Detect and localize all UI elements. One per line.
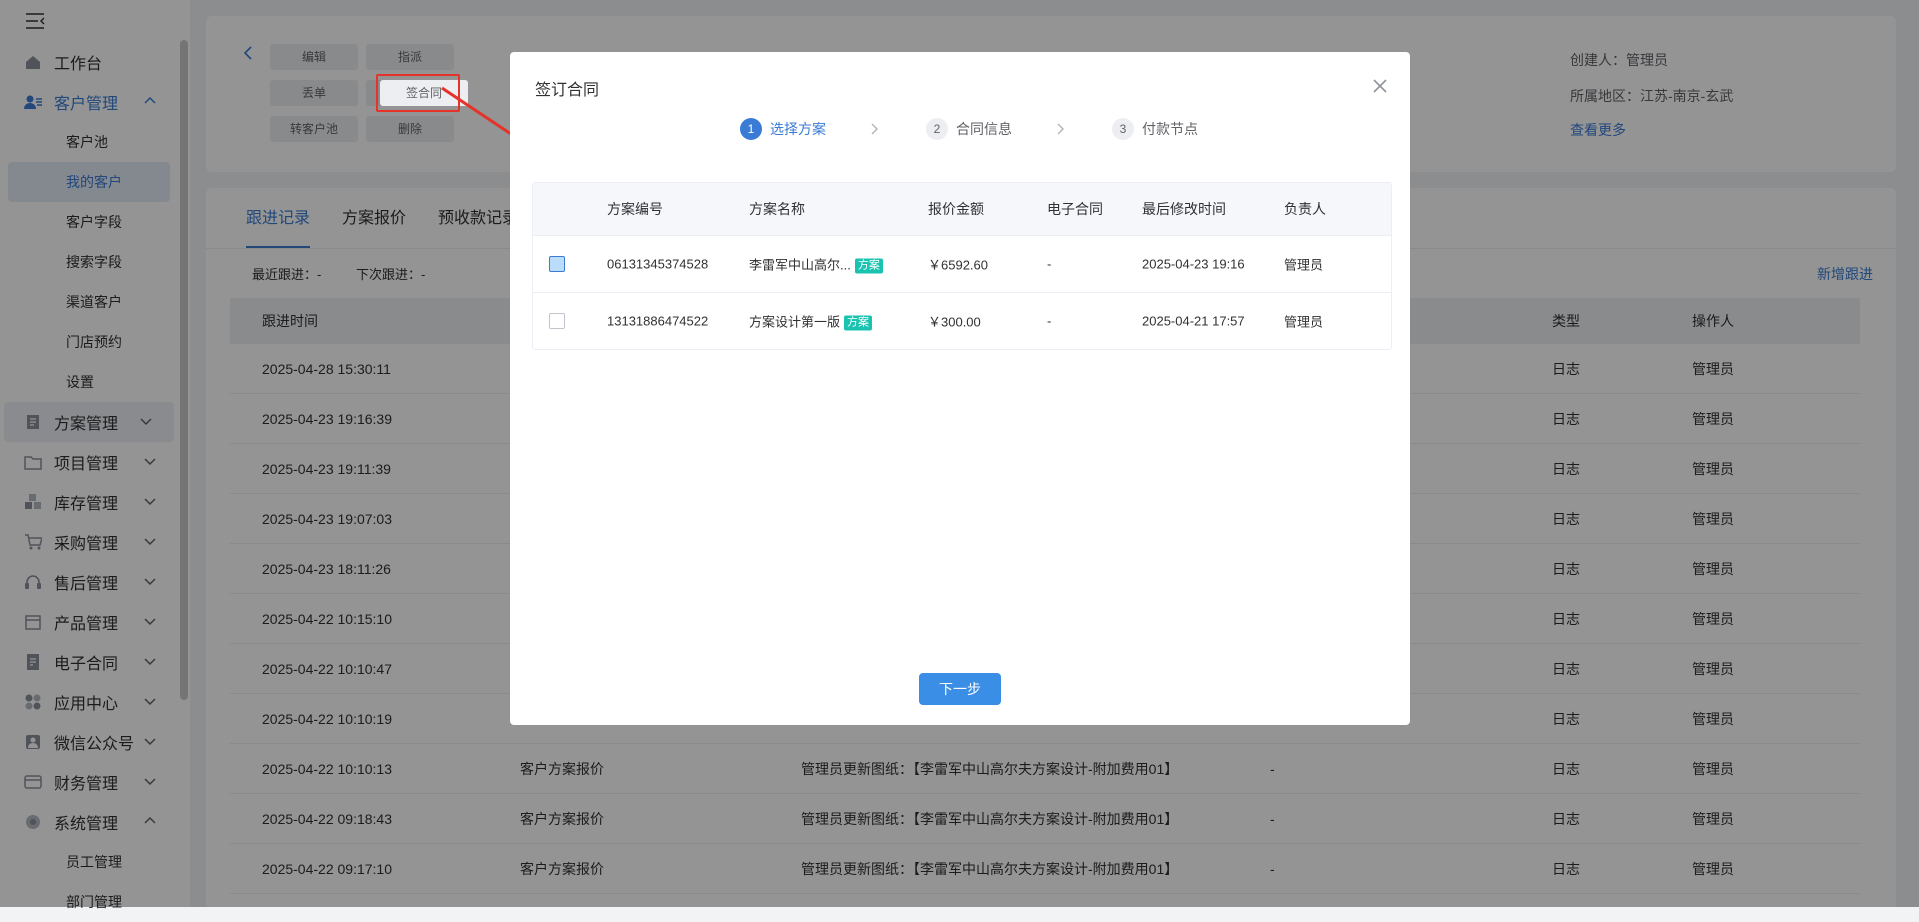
plan-table-header: 方案编号 方案名称 报价金额 电子合同 最后修改时间 负责人 (533, 183, 1391, 235)
close-icon[interactable] (1372, 78, 1388, 94)
step-payment-nodes[interactable]: 3 付款节点 (1112, 118, 1198, 140)
plan-name-text: 方案设计第一版 (749, 314, 841, 330)
chevron-right-icon (871, 123, 878, 135)
plan-contract: - (1047, 256, 1052, 272)
step-contract-info[interactable]: 2 合同信息 (926, 118, 1012, 140)
plan-id: 06131345374528 (607, 256, 709, 272)
plan-row[interactable]: 13131886474522 方案设计第一版 方案 ￥300.00 - 2025-… (533, 292, 1391, 349)
plan-tag: 方案 (844, 315, 873, 331)
plan-name: 李雷军中山高尔... 方案 (749, 255, 883, 274)
header-modified-time: 最后修改时间 (1142, 201, 1226, 217)
plan-table: 方案编号 方案名称 报价金额 电子合同 最后修改时间 负责人 061313453… (532, 182, 1392, 350)
header-plan-name: 方案名称 (749, 201, 805, 217)
plan-amount: ￥6592.60 (928, 257, 988, 273)
dialog-title: 签订合同 (535, 82, 600, 99)
plan-row[interactable]: 06131345374528 李雷军中山高尔... 方案 ￥6592.60 - 2… (533, 235, 1391, 292)
header-amount: 报价金额 (928, 201, 984, 217)
header-plan-id: 方案编号 (607, 201, 663, 217)
step-number: 3 (1112, 118, 1134, 140)
step-number: 2 (926, 118, 948, 140)
plan-name-text: 李雷军中山高尔... (749, 257, 851, 273)
plan-contract: - (1047, 313, 1052, 329)
step-select-plan[interactable]: 1 选择方案 (740, 118, 826, 140)
step-label: 付款节点 (1142, 121, 1198, 137)
plan-amount: ￥300.00 (928, 314, 981, 330)
chevron-right-icon (1057, 123, 1064, 135)
plan-owner: 管理员 (1284, 314, 1324, 330)
row-checkbox[interactable] (549, 313, 565, 329)
plan-name: 方案设计第一版 方案 (749, 312, 873, 331)
next-step-button[interactable]: 下一步 (919, 673, 1001, 705)
step-label: 选择方案 (770, 121, 826, 137)
header-e-contract: 电子合同 (1047, 201, 1103, 217)
plan-modified: 2025-04-21 17:57 (1142, 313, 1245, 329)
header-owner: 负责人 (1284, 201, 1326, 217)
row-checkbox[interactable] (549, 256, 565, 272)
sign-contract-dialog: 签订合同 1 选择方案 2 合同信息 3 付款节点 方案编号 方案名称 报价金额… (510, 52, 1410, 725)
plan-tag: 方案 (854, 258, 883, 274)
steps-bar: 1 选择方案 2 合同信息 3 付款节点 (740, 118, 1198, 140)
step-number: 1 (740, 118, 762, 140)
step-label: 合同信息 (956, 121, 1012, 137)
plan-owner: 管理员 (1284, 257, 1324, 273)
plan-modified: 2025-04-23 19:16 (1142, 256, 1245, 272)
plan-id: 13131886474522 (607, 313, 709, 329)
